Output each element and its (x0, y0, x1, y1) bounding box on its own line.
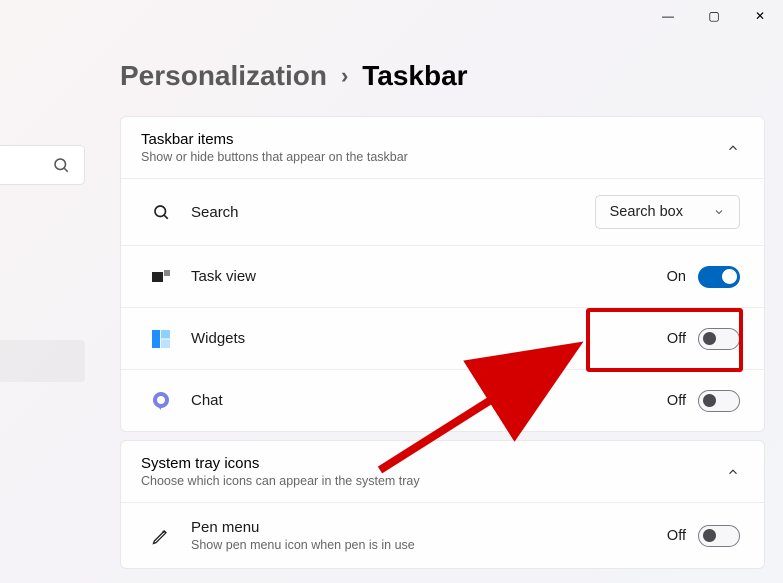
minimize-button[interactable]: — (645, 0, 691, 32)
task-view-toggle[interactable] (698, 266, 740, 288)
pen-menu-toggle[interactable] (698, 525, 740, 547)
pen-icon (149, 526, 173, 546)
widgets-icon (149, 330, 173, 348)
row-label: Chat (191, 392, 667, 409)
section-subtitle: Choose which icons can appear in the sys… (141, 474, 726, 488)
section-taskbar-items: Taskbar items Show or hide buttons that … (120, 116, 765, 432)
close-icon: ✕ (755, 9, 765, 23)
row-task-view: Task view On (121, 245, 764, 307)
section-header-taskbar-items[interactable]: Taskbar items Show or hide buttons that … (121, 117, 764, 178)
row-subtitle: Show pen menu icon when pen is in use (191, 538, 667, 552)
search-row-icon (149, 203, 173, 221)
close-button[interactable]: ✕ (737, 0, 783, 32)
task-view-icon (149, 270, 173, 284)
sidebar-item-active[interactable] (0, 340, 85, 382)
chevron-down-icon (713, 206, 725, 218)
section-system-tray: System tray icons Choose which icons can… (120, 440, 765, 569)
breadcrumb: Personalization › Taskbar (120, 60, 468, 92)
section-subtitle: Show or hide buttons that appear on the … (141, 150, 726, 164)
toggle-state-label: On (667, 269, 686, 285)
row-label: Widgets (191, 330, 667, 347)
search-icon (52, 156, 70, 174)
sidebar-search[interactable] (0, 145, 85, 185)
chat-icon (149, 392, 173, 410)
chevron-right-icon: › (341, 63, 348, 89)
chevron-up-icon (726, 465, 740, 479)
section-title: Taskbar items (141, 131, 726, 148)
widgets-toggle[interactable] (698, 328, 740, 350)
breadcrumb-parent[interactable]: Personalization (120, 60, 327, 92)
row-pen-menu: Pen menu Show pen menu icon when pen is … (121, 502, 764, 568)
toggle-state-label: Off (667, 393, 686, 409)
row-search: Search Search box (121, 178, 764, 245)
chevron-up-icon (726, 141, 740, 155)
settings-panel: Taskbar items Show or hide buttons that … (120, 116, 765, 577)
search-dropdown[interactable]: Search box (595, 195, 740, 229)
row-chat: Chat Off (121, 369, 764, 431)
row-label: Task view (191, 268, 667, 285)
window-controls: — ▢ ✕ (645, 0, 783, 32)
maximize-button[interactable]: ▢ (691, 0, 737, 32)
dropdown-value: Search box (610, 204, 683, 220)
toggle-state-label: Off (667, 331, 686, 347)
chat-toggle[interactable] (698, 390, 740, 412)
row-label: Pen menu (191, 519, 667, 536)
maximize-icon: ▢ (708, 9, 719, 23)
section-title: System tray icons (141, 455, 726, 472)
minimize-icon: — (662, 9, 674, 23)
breadcrumb-current: Taskbar (362, 60, 467, 92)
row-label: Search (191, 204, 595, 221)
toggle-state-label: Off (667, 528, 686, 544)
section-header-system-tray[interactable]: System tray icons Choose which icons can… (121, 441, 764, 502)
row-widgets: Widgets Off (121, 307, 764, 369)
